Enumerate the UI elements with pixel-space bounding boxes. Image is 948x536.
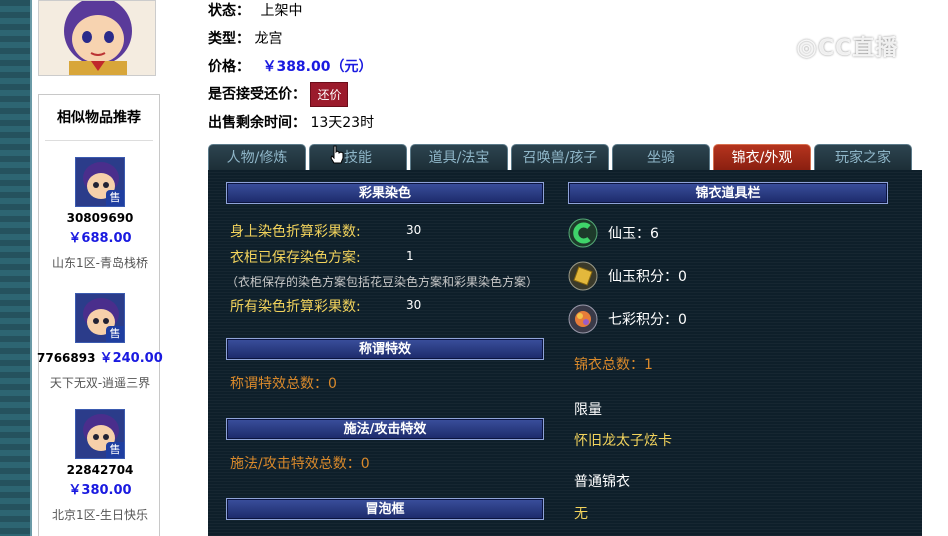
price-label: 价格： [208,59,250,75]
remaining-time-label: 出售剩余时间： [208,115,306,131]
similar-item[interactable]: 售 30809690 ￥688.00 山东1区-青岛栈桥 [39,157,161,271]
dye-wardrobe-value: 1 [406,249,414,263]
normal-outfit-label: 普通锦衣 [574,474,630,490]
similar-item-server: 北京1区-生日快乐 [52,508,148,522]
avatar-portrait-icon [39,1,155,75]
type-value: 龙宫 [254,31,283,47]
bargain-button[interactable]: 还价 [310,82,349,107]
similar-item-thumbnail[interactable]: 售 [75,409,125,459]
status-value: 上架中 [260,3,303,19]
jade-icon [568,218,598,248]
status-label: 状态： [208,3,250,19]
sell-badge: 售 [106,190,124,206]
dye-body-value: 30 [406,223,422,237]
similar-item-thumbnail[interactable]: 售 [75,293,125,343]
rainbow-points-icon [568,304,598,334]
dye-all-value: 30 [406,298,422,312]
outfit-items-bar-title: 锦衣道具栏 [568,182,888,204]
similar-item[interactable]: 售 7766893 ￥240.00 天下无双-逍遥三界 [37,293,163,391]
outfit-total: 锦衣总数：1 [574,357,653,373]
tab-skills[interactable]: 技能 [309,144,407,170]
similar-item-server: 山东1区-青岛栈桥 [52,256,148,270]
mouse-cursor-icon [330,145,344,164]
similar-item[interactable]: 售 22842704 ￥380.00 北京1区-生日快乐 [39,409,161,523]
watermark-logo-icon: ◎ [796,33,818,61]
type-label: 类型： [208,31,250,47]
title-effect-section-title: 称谓特效 [226,338,544,360]
jade-points-icon [568,261,598,291]
tab-summons[interactable]: 召唤兽/孩子 [511,144,609,170]
watermark-text: CC直播 [817,36,899,61]
bubble-section-title: 冒泡框 [226,498,544,520]
tab-home[interactable]: 玩家之家 [814,144,912,170]
character-avatar [38,0,156,76]
bargain-label: 是否接受还价： [208,86,306,103]
sell-badge: 售 [106,442,124,458]
dye-all-label: 所有染色折算彩果数: [230,299,361,315]
similar-item-id: 7766893 [37,351,96,365]
left-border-strip [0,0,32,536]
dye-wardrobe-label: 衣柜已保存染色方案: [230,250,361,266]
limited-label: 限量 [574,402,602,418]
jade-count: 仙玉：6 [608,226,659,242]
tab-character[interactable]: 人物/修炼 [208,144,306,170]
sell-badge: 售 [106,326,124,342]
similar-items-title: 相似物品推荐 [45,95,153,141]
similar-item-thumbnail[interactable]: 售 [75,157,125,207]
dye-body-label: 身上染色折算彩果数: [230,224,361,240]
similar-item-server: 天下无双-逍遥三界 [49,376,151,390]
price-value: ￥388.00（元） [262,59,373,75]
similar-item-price: ￥240.00 [99,351,163,366]
similar-item-id: 22842704 [66,463,134,477]
similar-item-price: ￥380.00 [68,483,132,498]
cast-effect-total: 施法/攻击特效总数：0 [230,456,370,472]
title-effect-total: 称谓特效总数：0 [230,376,337,392]
similar-item-id: 30809690 [66,211,134,225]
remaining-time-value: 13天23时 [310,115,375,131]
dye-section-title: 彩果染色 [226,182,544,204]
tab-items[interactable]: 道具/法宝 [410,144,508,170]
detail-tabs: 人物/修炼 技能 道具/法宝 召唤兽/孩子 坐骑 锦衣/外观 玩家之家 [208,144,922,170]
outfit-panel: 彩果染色 身上染色折算彩果数: 30 衣柜已保存染色方案: 1 （衣柜保存的染色… [208,170,922,536]
dye-note: （衣柜保存的染色方案包括花豆染色方案和彩果染色方案） [226,275,539,289]
tab-mounts[interactable]: 坐骑 [612,144,710,170]
cast-effect-section-title: 施法/攻击特效 [226,418,544,440]
limited-item: 怀旧龙太子炫卡 [574,433,672,449]
similar-items-panel: 相似物品推荐 售 30809690 ￥688.00 山东1区-青岛栈桥 售 77… [37,94,163,536]
similar-item-price: ￥688.00 [68,231,132,246]
jade-points: 仙玉积分：0 [608,269,687,285]
normal-outfit-item: 无 [574,506,588,522]
rainbow-points: 七彩积分：0 [608,312,687,328]
tab-outfits[interactable]: 锦衣/外观 [713,144,811,170]
watermark: ◎CC直播 [796,30,920,66]
